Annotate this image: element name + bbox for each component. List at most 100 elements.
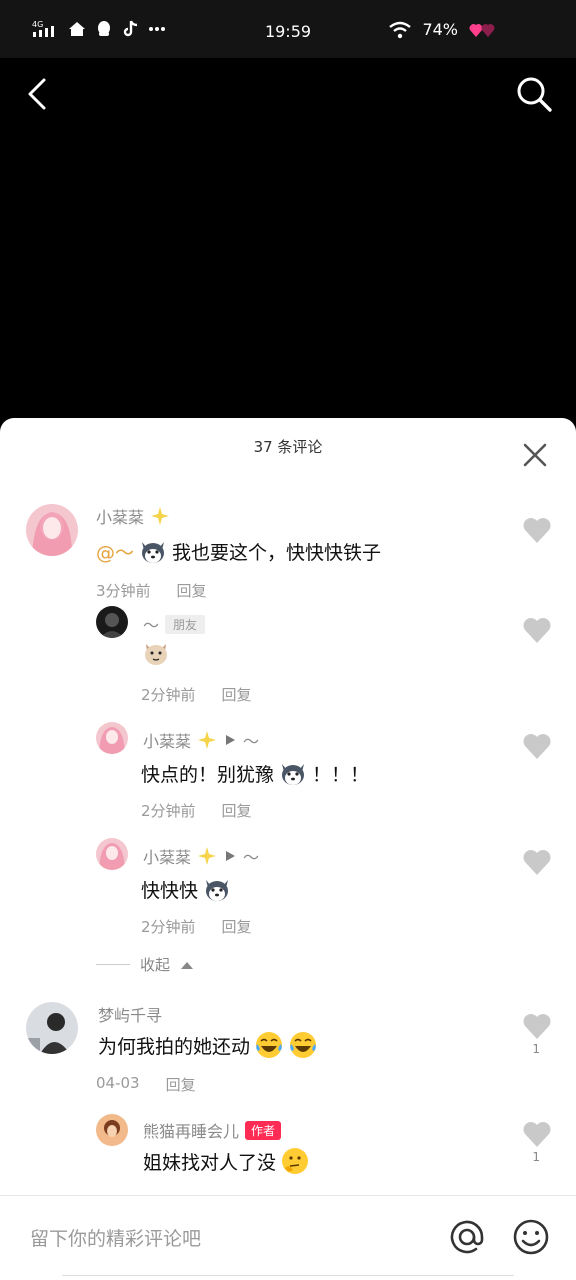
- comment-meta: 04-03 回复: [96, 1074, 196, 1095]
- comment-meta: 3分钟前 回复: [96, 580, 207, 601]
- comment-text: [141, 638, 171, 668]
- husky-emoji-icon: [202, 874, 232, 904]
- like-count: 1: [532, 1150, 540, 1164]
- reply-item: ～ 朋友 2分钟前 回复: [0, 606, 576, 706]
- comment-text: 姐妹找对人了没: [143, 1146, 310, 1176]
- comment-text: @～ 我也要这个，快快快铁子: [96, 536, 381, 566]
- heart-battery-icon: [468, 21, 498, 39]
- collapse-replies-button[interactable]: 收起: [96, 954, 194, 975]
- comment-username[interactable]: 梦屿千寻: [98, 1002, 162, 1026]
- comment-time: 3分钟前: [96, 582, 151, 600]
- heart-icon: [523, 1122, 551, 1147]
- username-text: 小棻棻: [143, 848, 192, 867]
- like-button[interactable]: [522, 732, 552, 760]
- back-arrow-icon: [28, 78, 46, 110]
- top-bar: [0, 58, 576, 130]
- heart-icon: [523, 850, 551, 875]
- comment-username[interactable]: 小棻棻: [96, 504, 170, 528]
- heart-icon: [523, 1014, 551, 1039]
- heart-icon: [523, 618, 551, 643]
- heart-icon: [523, 734, 551, 759]
- like-button[interactable]: [522, 1012, 552, 1040]
- sparkle-icon: [198, 731, 217, 749]
- comment-text: 快点的！别犹豫 ！！！: [141, 758, 369, 788]
- comment-username[interactable]: 小棻棻 ～: [143, 844, 259, 868]
- reply-to-user[interactable]: ～: [243, 844, 259, 868]
- laughing-tears-emoji-icon: [254, 1030, 284, 1060]
- search-button[interactable]: [514, 74, 554, 114]
- username-text: 熊猫再睡会儿: [143, 1122, 240, 1141]
- status-right: 74%: [388, 20, 498, 39]
- avatar[interactable]: [96, 1114, 128, 1146]
- comment-body: 姐妹找对人了没: [143, 1151, 277, 1174]
- comment-item: 小棻棻 @～ 我也要这个，快快快铁子 3分钟前 回复: [0, 490, 576, 600]
- like-button[interactable]: [522, 848, 552, 876]
- close-icon: [523, 443, 547, 467]
- username-text: 小棻棻: [143, 732, 192, 751]
- avatar[interactable]: [26, 1002, 78, 1054]
- username-text: ～: [143, 616, 160, 635]
- reply-button[interactable]: 回复: [177, 580, 207, 601]
- thinking-emoji-icon: [280, 1146, 310, 1176]
- comment-body: 为何我拍的她还动: [98, 1035, 251, 1058]
- comment-body: 快快快: [141, 879, 199, 902]
- husky-emoji-icon: [138, 536, 168, 566]
- avatar[interactable]: [96, 606, 128, 638]
- close-button[interactable]: [522, 442, 548, 468]
- laughing-tears-emoji-icon: [288, 1030, 318, 1060]
- caret-up-icon: [181, 961, 194, 969]
- mention-link[interactable]: @～: [96, 538, 134, 565]
- like-button[interactable]: [522, 1120, 552, 1148]
- status-bar: 4G 19:59 74%: [0, 0, 576, 58]
- comment-body: 快点的！别犹豫: [141, 763, 275, 786]
- mention-button[interactable]: [448, 1218, 486, 1256]
- comment-sheet: 37 条评论 小棻棻 @～ 我也要这个，快快快铁子 3分钟前 回复 ～ 朋友 2…: [0, 418, 576, 1280]
- divider-line: [96, 964, 130, 965]
- comment-time: 2分钟前: [141, 686, 196, 704]
- avatar[interactable]: [96, 838, 128, 870]
- reply-button[interactable]: 回复: [166, 1074, 196, 1095]
- comment-input[interactable]: 留下你的精彩评论吧: [30, 1224, 201, 1251]
- sparkle-icon: [151, 507, 170, 525]
- comment-body-suffix: ！！！: [312, 763, 370, 786]
- comment-username[interactable]: 熊猫再睡会儿 作者: [143, 1118, 282, 1142]
- comment-item: 梦屿千寻 为何我拍的她还动 04-03 回复 1: [0, 998, 576, 1098]
- comment-username[interactable]: 小棻棻 ～: [143, 728, 259, 752]
- comment-text: 为何我拍的她还动: [98, 1030, 318, 1060]
- like-button[interactable]: [522, 616, 552, 644]
- reply-item: 小棻棻 ～ 快快快 2分钟前 回复: [0, 838, 576, 938]
- comment-body: 我也要这个，快快快铁子: [172, 541, 382, 564]
- reply-arrow-icon: [226, 735, 236, 745]
- friend-tag: 朋友: [165, 614, 206, 634]
- battery-text: 74%: [422, 20, 458, 39]
- smiley-icon: [513, 1219, 549, 1255]
- reply-button[interactable]: 回复: [222, 684, 252, 705]
- reply-button[interactable]: 回复: [222, 800, 252, 821]
- reply-to-user[interactable]: ～: [243, 728, 259, 752]
- reply-item: 小棻棻 ～ 快点的！别犹豫 ！！！ 2分钟前 回复: [0, 722, 576, 822]
- reply-button[interactable]: 回复: [222, 916, 252, 937]
- heart-icon: [523, 518, 551, 543]
- like-count: 1: [532, 1042, 540, 1056]
- author-tag: 作者: [245, 1120, 282, 1140]
- reply-arrow-icon: [226, 851, 236, 861]
- comment-meta: 2分钟前 回复: [141, 800, 252, 821]
- comment-meta: 2分钟前 回复: [141, 916, 252, 937]
- username-text: 小棻棻: [96, 508, 145, 527]
- avatar[interactable]: [96, 722, 128, 754]
- comment-list[interactable]: 小棻棻 @～ 我也要这个，快快快铁子 3分钟前 回复 ～ 朋友 2分钟前 回复 …: [0, 478, 576, 1196]
- comment-input-bar: 留下你的精彩评论吧: [0, 1195, 576, 1280]
- like-button[interactable]: [522, 516, 552, 544]
- emoji-button[interactable]: [512, 1218, 550, 1256]
- collapse-label: 收起: [140, 956, 171, 974]
- husky-emoji-icon: [278, 758, 308, 788]
- comment-meta: 2分钟前 回复: [141, 684, 252, 705]
- avatar[interactable]: [26, 504, 78, 556]
- wifi-icon: [388, 21, 412, 39]
- comment-count-title: 37 条评论: [253, 438, 323, 456]
- cat-emoji-icon: [141, 638, 171, 668]
- search-icon: [517, 77, 552, 112]
- comment-username[interactable]: ～ 朋友: [143, 612, 206, 636]
- username-text: 梦屿千寻: [98, 1006, 163, 1025]
- back-button[interactable]: [22, 74, 58, 114]
